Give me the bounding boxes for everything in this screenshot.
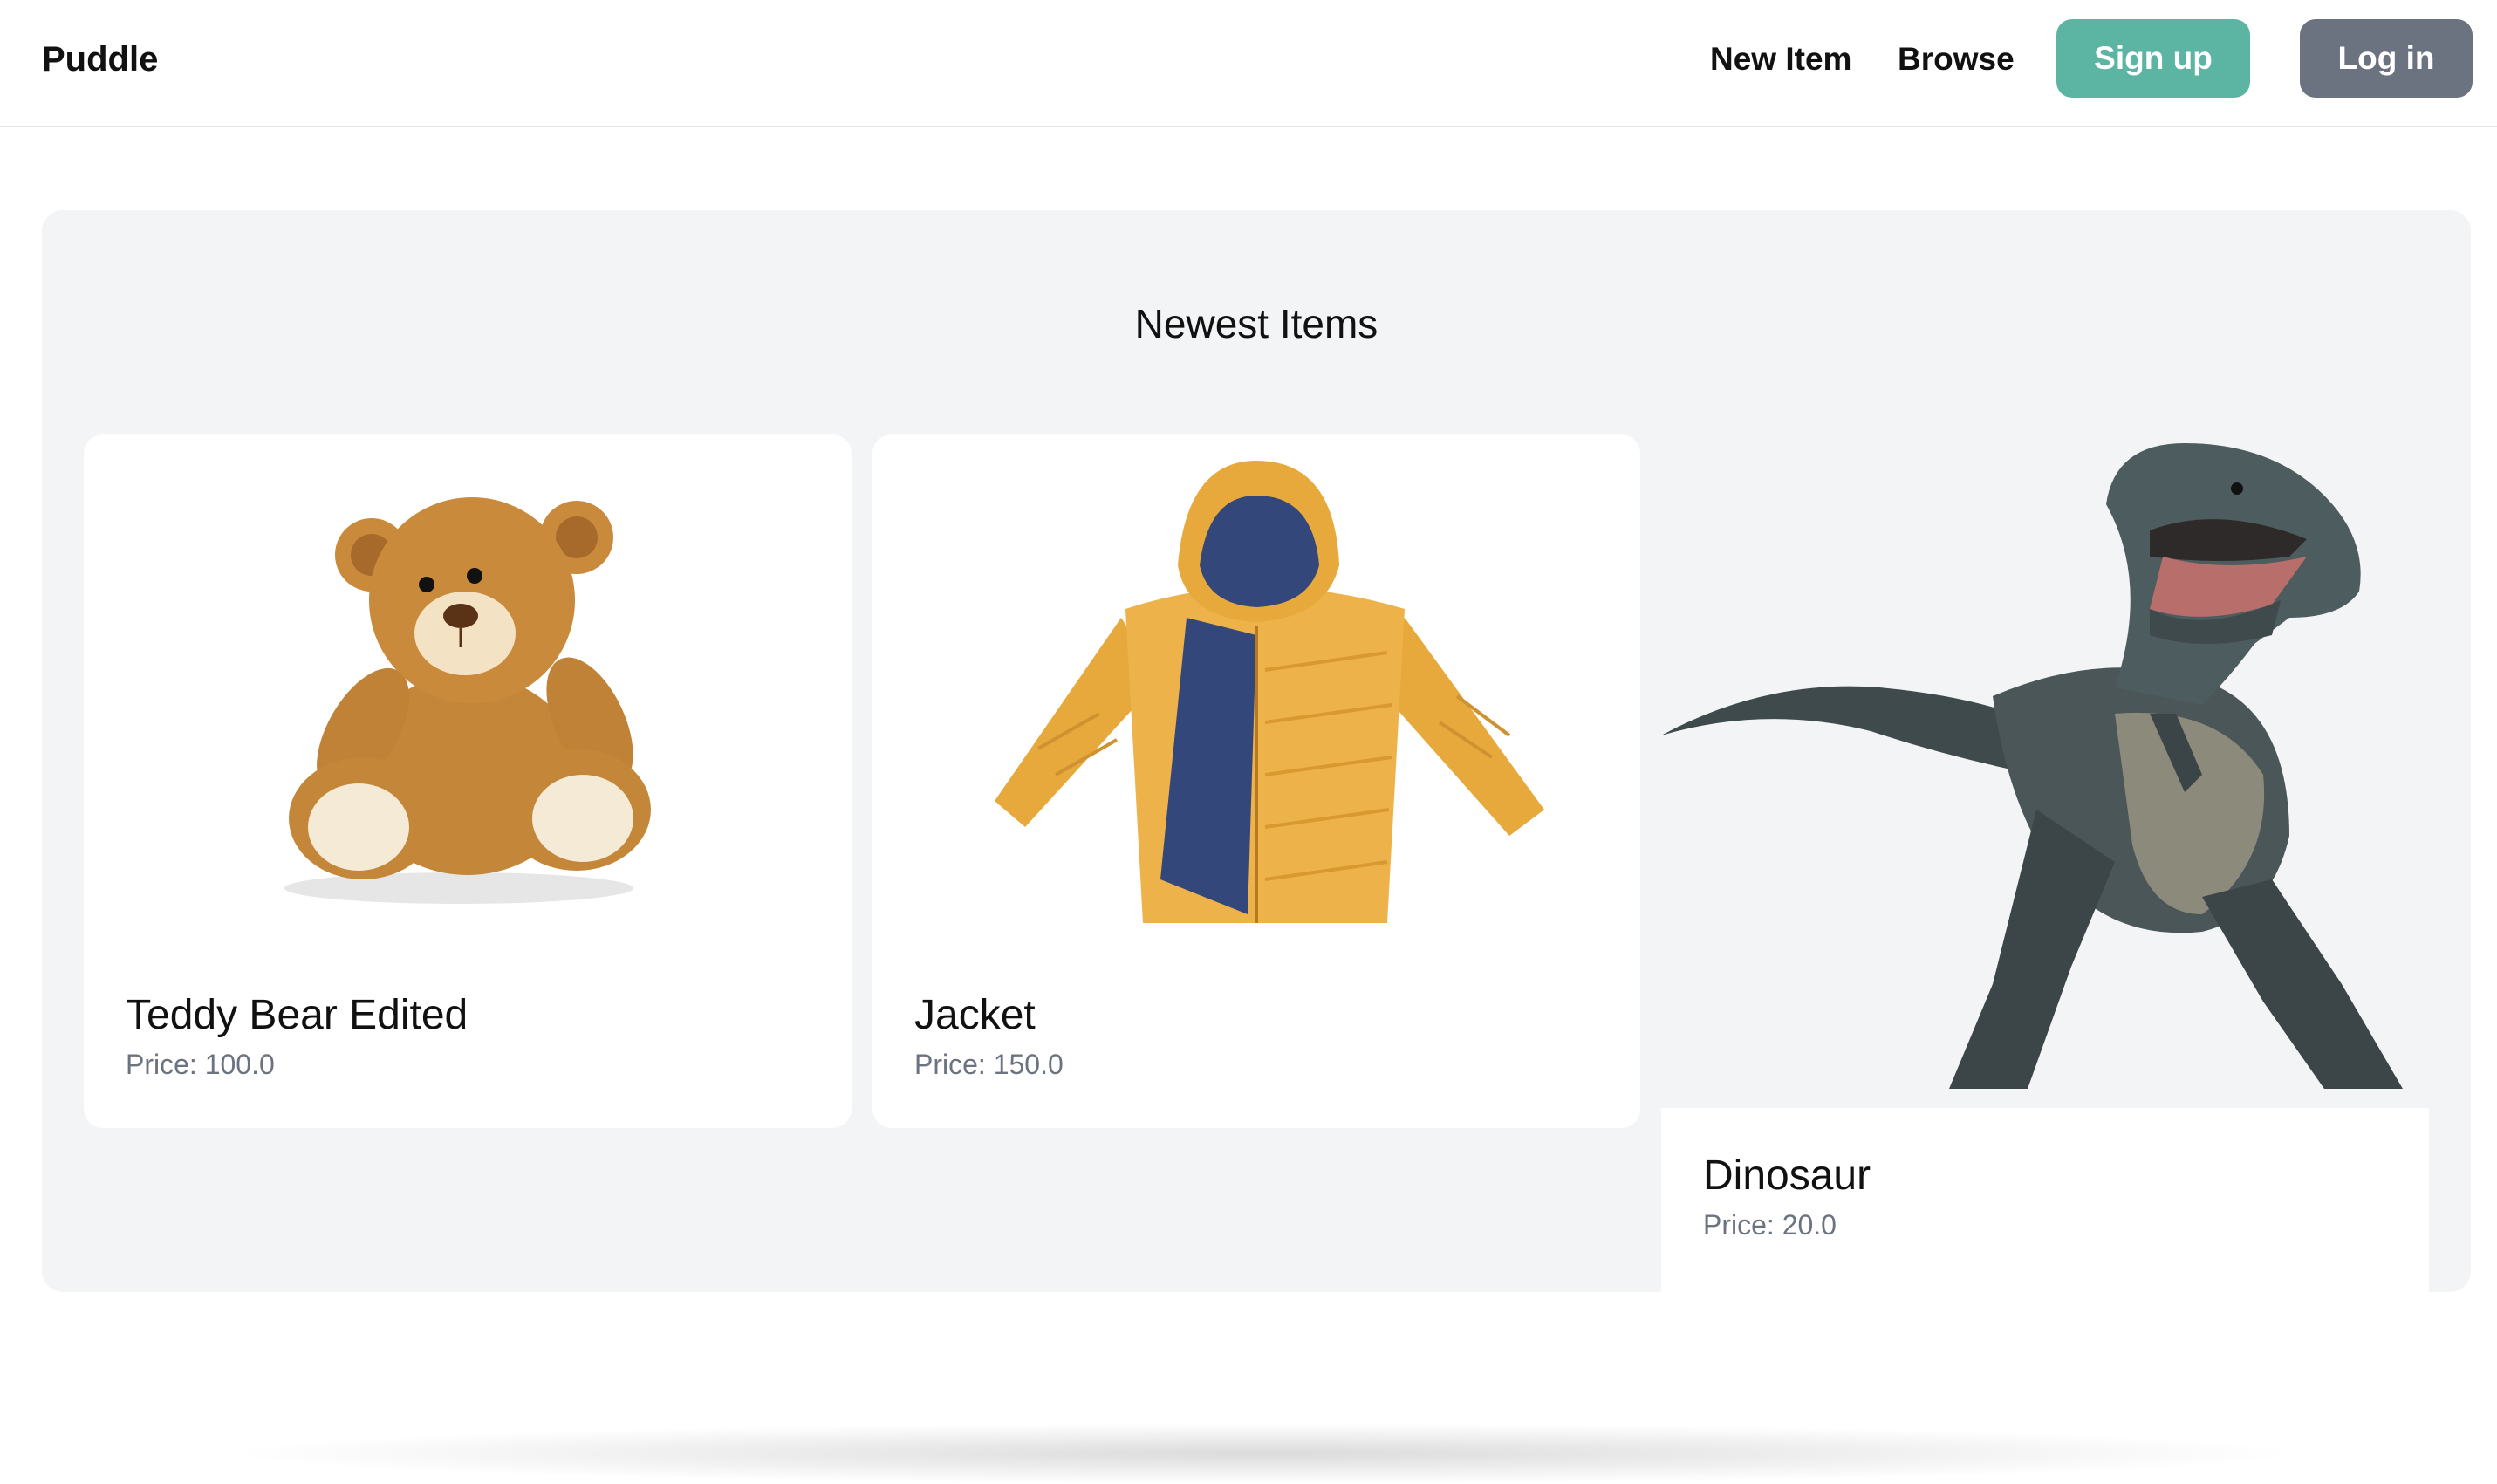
signup-button[interactable]: Sign up xyxy=(2056,19,2250,98)
item-card-dinosaur[interactable]: Dinosaur Price: 20.0 xyxy=(1661,1108,2429,1335)
newest-items-panel: Newest Items Teddy Bear Edited Price: 10… xyxy=(42,210,2471,1484)
teddy-bear-image xyxy=(284,497,651,904)
item-name[interactable]: Teddy Bear Edited xyxy=(126,989,468,1042)
login-button[interactable]: Log in xyxy=(2300,19,2473,98)
brand-logo[interactable]: Puddle xyxy=(42,35,158,84)
item-price: Price: 150.0 xyxy=(914,1049,1064,1080)
nav-link-browse[interactable]: Browse xyxy=(1898,35,2015,84)
item-price: Price: 20.0 xyxy=(1703,1209,1837,1241)
item-card-teddy-bear[interactable]: Teddy Bear Edited Price: 100.0 xyxy=(84,434,852,1128)
item-price: Price: 100.0 xyxy=(126,1049,275,1080)
top-navbar: Puddle New Item Browse Sign up Log in xyxy=(0,0,2497,127)
jacket-image xyxy=(995,461,1544,923)
dinosaur-image[interactable] xyxy=(1661,426,2429,1108)
item-card-jacket[interactable]: Jacket Price: 150.0 xyxy=(872,434,1640,1128)
item-name[interactable]: Dinosaur xyxy=(1703,1150,1871,1202)
nav-link-new-item[interactable]: New Item xyxy=(1710,35,1851,84)
section-title: Newest Items xyxy=(1134,301,1378,346)
floating-element-shadow xyxy=(216,1423,2310,1484)
item-name[interactable]: Jacket xyxy=(914,989,1036,1042)
